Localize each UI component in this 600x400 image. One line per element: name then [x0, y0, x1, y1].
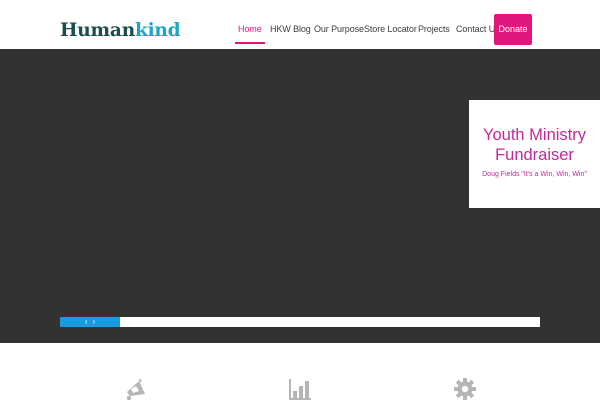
bar-chart-icon	[289, 379, 311, 400]
nav-item-contact-us[interactable]: Contact Us	[456, 0, 500, 46]
nav-item-store-locator[interactable]: Store Locator	[364, 0, 417, 46]
slider-prev-arrow-icon[interactable]: ‹	[85, 317, 88, 327]
logo-text-human: Human	[60, 20, 135, 41]
slider-next-arrow-icon[interactable]: ›	[93, 317, 96, 327]
megaphone-icon	[126, 378, 145, 400]
slider-arrows: ‹ ›	[60, 317, 120, 327]
logo-text-kind: kind	[134, 20, 181, 41]
gear-icon	[454, 378, 476, 400]
nav-item-our-purpose[interactable]: Our Purpose	[314, 0, 364, 46]
hero-slider[interactable]: Youth Ministry Fundraiser Doug Fields "I…	[0, 49, 600, 343]
nav-item-hkw-blog[interactable]: HKW Blog	[270, 0, 311, 46]
donate-button[interactable]: Donate	[494, 14, 532, 45]
slide-caption-title: Youth Ministry Fundraiser	[482, 126, 587, 164]
slide-caption-card[interactable]: Youth Ministry Fundraiser Doug Fields "I…	[469, 100, 600, 208]
nav-item-home[interactable]: Home	[235, 0, 265, 46]
slider-progress-bar[interactable]: ‹ ›	[60, 317, 540, 327]
features-section	[0, 343, 600, 400]
nav-item-projects[interactable]: Projects	[418, 0, 450, 46]
slide-caption-subtitle: Doug Fields "It's a Win, Win, Win"	[482, 171, 587, 178]
site-header: Humankind Home HKW Blog Our Purpose Stor…	[0, 0, 600, 49]
humankind-logo[interactable]: Humankind	[60, 19, 181, 43]
